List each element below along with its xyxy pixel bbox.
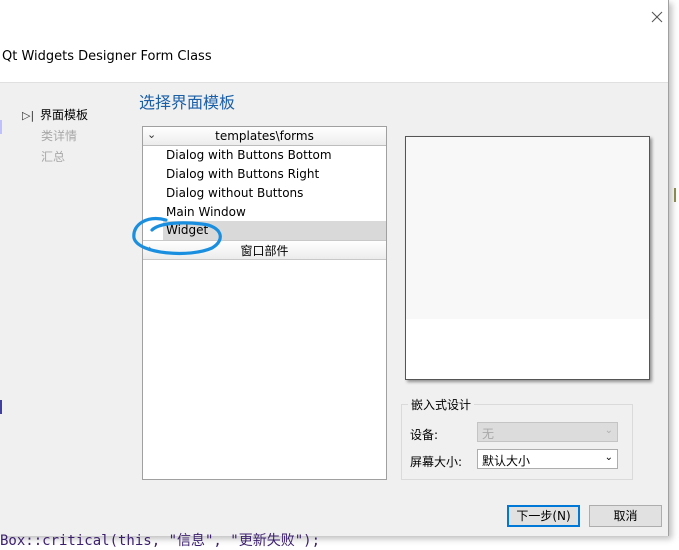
screen-size-value: 默认大小 — [482, 454, 531, 468]
device-value: 无 — [482, 427, 495, 441]
screen-size-label: 屏幕大小: — [410, 455, 463, 469]
page-heading: 选择界面模板 — [139, 93, 236, 112]
background-edge-mark — [0, 400, 2, 414]
step-form-template: ▷| 界面模板 — [22, 106, 88, 123]
dialog-title: Qt Widgets Designer Form Class — [2, 49, 212, 64]
cancel-button[interactable]: 取消 — [589, 505, 662, 527]
preview-canvas — [406, 137, 649, 319]
device-label: 设备: — [410, 428, 439, 442]
template-dialog-buttons-bottom[interactable]: Dialog with Buttons Bottom — [166, 146, 332, 165]
screen-size-select[interactable]: 默认大小 ⌄ — [477, 449, 618, 469]
background-edge-mark — [0, 120, 2, 134]
template-dialog-without-buttons[interactable]: Dialog without Buttons — [166, 184, 303, 203]
template-tree[interactable]: ⌄ templates\forms Dialog with Buttons Bo… — [142, 126, 387, 480]
device-select: 无 ⌄ — [477, 422, 618, 442]
embedded-design-title: 嵌入式设计 — [408, 396, 475, 413]
template-dialog-buttons-right[interactable]: Dialog with Buttons Right — [166, 165, 319, 184]
chevron-down-icon: ⌄ — [604, 425, 613, 436]
next-button[interactable]: 下一步(N) — [507, 505, 580, 527]
current-step-arrow-icon: ▷| — [22, 109, 35, 122]
tree-category-header[interactable]: ⌄ templates\forms — [143, 127, 386, 146]
template-preview — [405, 136, 650, 380]
close-button[interactable] — [644, 6, 668, 28]
background-code-line: Box::critical(this, "信息", "更新失败"); — [0, 533, 321, 549]
step-summary: 汇总 — [41, 150, 66, 164]
step-label: 界面模板 — [40, 108, 89, 122]
annotation-circle-icon — [132, 217, 222, 256]
wizard-header: Qt Widgets Designer Form Class — [0, 34, 668, 83]
new-form-wizard-dialog: Qt Widgets Designer Form Class ▷| 界面模板 类详… — [0, 0, 669, 536]
background-edge-mark — [674, 188, 676, 202]
tree-category-label: templates\forms — [215, 129, 314, 143]
step-class-details: 类详情 — [41, 129, 78, 143]
close-icon — [651, 11, 663, 23]
title-bar — [0, 0, 668, 34]
chevron-down-icon: ⌄ — [604, 452, 613, 463]
